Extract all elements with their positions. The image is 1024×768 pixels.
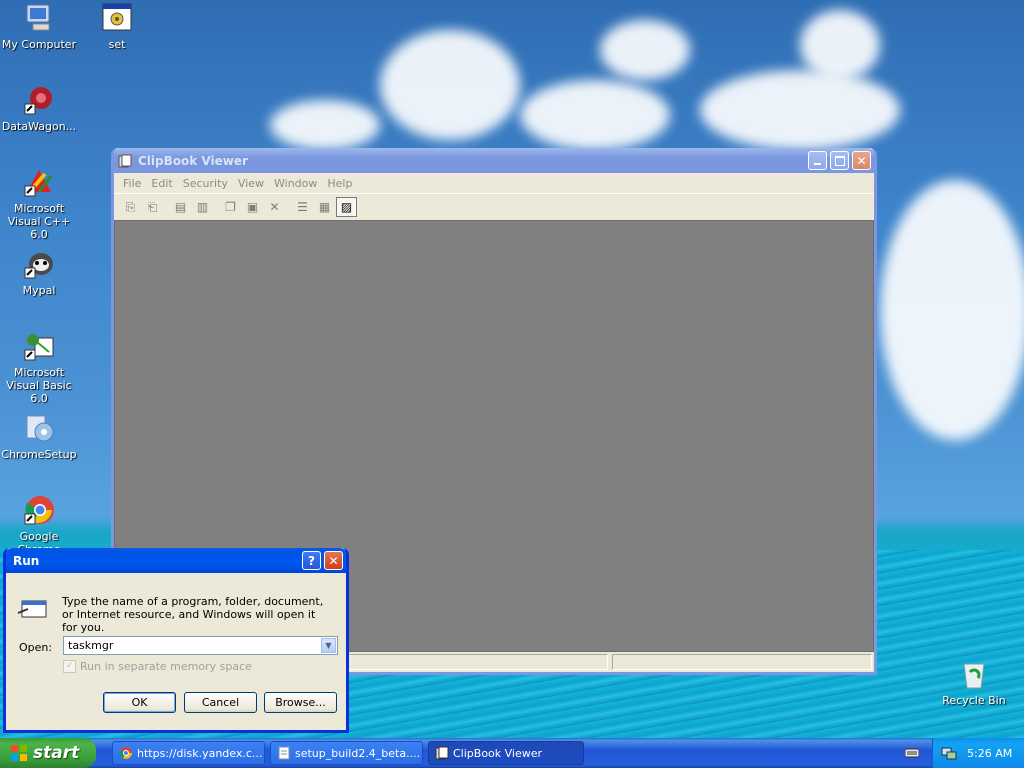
toolbar: ⎘ ⎗ ▤ ▥ ❐ ▣ ✕ ☰ ▦ ▨ — [114, 193, 874, 221]
ok-button[interactable]: OK — [103, 692, 176, 713]
run-titlebar[interactable]: Run ? ✕ — [6, 548, 346, 573]
run-dialog: Run ? ✕ Type the name of a program, fold… — [3, 548, 349, 733]
cancel-button[interactable]: Cancel — [184, 692, 257, 713]
menu-help[interactable]: Help — [322, 177, 357, 190]
close-icon: ✕ — [328, 553, 339, 568]
share-icon[interactable]: ▤ — [170, 197, 191, 217]
task-label: https://disk.yandex.c... — [137, 746, 263, 760]
cloud — [270, 100, 380, 150]
desktop-icon-label: My Computer — [1, 38, 77, 51]
desktop-icon-label: Microsoft Visual Basic 6.0 — [6, 366, 72, 405]
connect-icon[interactable]: ⎘ — [120, 197, 141, 217]
copy-icon[interactable]: ❐ — [220, 197, 241, 217]
disconnect-icon[interactable]: ⎗ — [142, 197, 163, 217]
task-button-setup[interactable]: setup_build2.4_beta.... — [270, 741, 423, 765]
desktop-icon-google-chrome[interactable]: Google Chrome — [0, 494, 78, 556]
desktop-icon-mypal[interactable]: Mypal — [0, 248, 78, 297]
open-input[interactable] — [64, 637, 324, 654]
folder-icon — [277, 746, 291, 760]
menu-file[interactable]: File — [118, 177, 146, 190]
desktop-icon-recycle-bin[interactable]: Recycle Bin — [935, 658, 1013, 707]
start-label: start — [33, 743, 80, 763]
task-button-clipbook[interactable]: ClipBook Viewer — [428, 741, 584, 765]
clock[interactable]: 5:26 AM — [967, 747, 1012, 760]
browse-button[interactable]: Browse... — [264, 692, 337, 713]
window-title: ClipBook Viewer — [138, 153, 248, 168]
cloud — [880, 180, 1024, 440]
stop-sharing-icon[interactable]: ▥ — [192, 197, 213, 217]
desktop-icon-visual-basic[interactable]: Microsoft Visual Basic 6.0 — [0, 330, 78, 405]
run-description: Type the name of a program, folder, docu… — [62, 595, 324, 634]
installer-icon — [23, 412, 55, 444]
separate-memory-checkbox[interactable]: ✓ Run in separate memory space — [63, 660, 252, 673]
cloud — [520, 80, 670, 150]
menu-window[interactable]: Window — [269, 177, 322, 190]
taskbar: start https://disk.yandex.c... setup_bui… — [0, 738, 1024, 768]
close-button[interactable]: ✕ — [324, 551, 343, 570]
windows-logo-icon — [10, 744, 28, 762]
clipbook-app-icon — [118, 154, 132, 168]
network-icon[interactable] — [941, 745, 957, 761]
desktop-icon-label: Mypal — [22, 284, 56, 297]
minimize-button[interactable] — [808, 151, 827, 170]
close-icon: ✕ — [856, 153, 867, 168]
desktop-icon-visual-cpp[interactable]: Microsoft Visual C++ 6.0 — [0, 166, 78, 241]
full-page-icon[interactable]: ▨ — [336, 197, 357, 217]
checkbox-label: Run in separate memory space — [80, 660, 252, 673]
open-label: Open: — [19, 641, 53, 654]
desktop: My Computer set DataWagon... Microsoft V… — [0, 0, 1024, 738]
desktop-icon-chromesetup[interactable]: ChromeSetup — [0, 412, 78, 461]
desktop-icon-label: Recycle Bin — [942, 694, 1006, 707]
visual-cpp-icon — [23, 166, 55, 198]
table-of-contents-icon[interactable]: ☰ — [292, 197, 313, 217]
menubar: File Edit Security View Window Help — [114, 173, 874, 193]
datawagon-icon — [23, 84, 55, 116]
chrome-icon — [23, 494, 55, 526]
desktop-icon-label: Microsoft Visual C++ 6.0 — [7, 202, 71, 241]
cloud — [700, 70, 900, 150]
paste-icon[interactable]: ▣ — [242, 197, 263, 217]
minimize-icon — [814, 162, 821, 165]
system-tray: 5:26 AM — [932, 738, 1024, 768]
run-dialog-body: Type the name of a program, folder, docu… — [6, 573, 346, 730]
open-combobox[interactable]: ▼ — [63, 636, 338, 655]
clipbook-titlebar[interactable]: ClipBook Viewer ✕ — [114, 148, 874, 173]
task-button-yandex[interactable]: https://disk.yandex.c... — [112, 741, 265, 765]
thumbnails-icon[interactable]: ▦ — [314, 197, 335, 217]
delete-icon[interactable]: ✕ — [264, 197, 285, 217]
desktop-icon-label: DataWagon... — [1, 120, 77, 133]
cloud — [380, 30, 520, 140]
desktop-icon-label: ChromeSetup — [1, 448, 77, 461]
maximize-icon — [834, 155, 845, 166]
checkbox-check-icon: ✓ — [63, 660, 76, 673]
help-icon: ? — [308, 553, 315, 568]
menu-edit[interactable]: Edit — [146, 177, 177, 190]
chevron-down-icon[interactable]: ▼ — [321, 638, 336, 653]
window-title: Run — [13, 553, 40, 568]
task-label: ClipBook Viewer — [453, 746, 543, 760]
maximize-button[interactable] — [830, 151, 849, 170]
desktop-icon-datawagon[interactable]: DataWagon... — [0, 84, 78, 133]
close-button[interactable]: ✕ — [852, 151, 871, 170]
menu-view[interactable]: View — [233, 177, 269, 190]
run-icon — [16, 595, 50, 623]
chrome-icon — [119, 746, 133, 760]
menu-security[interactable]: Security — [178, 177, 233, 190]
cloud — [800, 10, 880, 80]
mypal-icon — [23, 248, 55, 280]
clipbook-icon — [435, 746, 449, 760]
status-pane — [612, 654, 872, 670]
keyboard-icon[interactable] — [904, 746, 920, 759]
desktop-icon-label: set — [108, 38, 126, 51]
recycle-bin-icon — [958, 658, 990, 690]
desktop-icon-my-computer[interactable]: My Computer — [0, 2, 78, 51]
batch-file-icon — [101, 2, 133, 34]
start-button[interactable]: start — [0, 738, 96, 768]
help-button[interactable]: ? — [302, 551, 321, 570]
cloud — [600, 20, 690, 80]
desktop-icon-set[interactable]: set — [78, 2, 156, 51]
task-label: setup_build2.4_beta.... — [295, 746, 421, 760]
visual-basic-icon — [23, 330, 55, 362]
computer-icon — [23, 2, 55, 34]
